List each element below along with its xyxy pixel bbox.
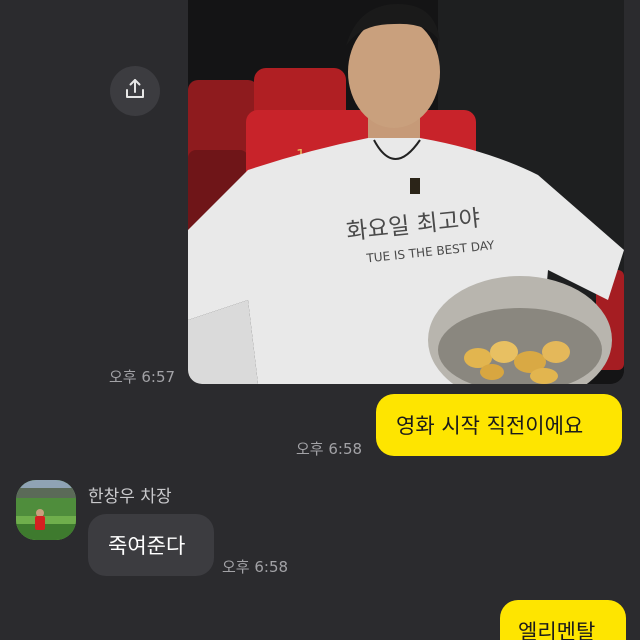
photo-message[interactable]: 1 화요일 최고야 TUE IS THE BEST DAY — [188, 0, 624, 384]
message-text: 죽여준다 — [108, 534, 186, 558]
avatar-image — [16, 480, 76, 540]
chat-room: 1 화요일 최고야 TUE IS THE BEST DAY — [0, 0, 640, 640]
incoming-timestamp: 오후 6:58 — [222, 558, 289, 576]
outgoing-message-bubble[interactable]: 영화 시작 직전이에요 — [376, 394, 622, 456]
incoming-message-bubble[interactable]: 죽여준다 — [88, 514, 214, 576]
share-button[interactable] — [110, 66, 160, 116]
photo-timestamp: 오후 6:57 — [109, 368, 176, 386]
share-icon — [123, 77, 147, 105]
outgoing-message-bubble[interactable]: 엘리멘탈 — [500, 600, 626, 640]
sender-name: 한창우 차장 — [88, 487, 172, 507]
outgoing-timestamp: 오후 6:58 — [296, 440, 363, 458]
message-text: 영화 시작 직전이에요 — [396, 414, 584, 438]
message-text: 엘리멘탈 — [518, 620, 596, 640]
avatar[interactable] — [16, 480, 76, 540]
photo-image: 1 화요일 최고야 TUE IS THE BEST DAY — [188, 0, 624, 384]
